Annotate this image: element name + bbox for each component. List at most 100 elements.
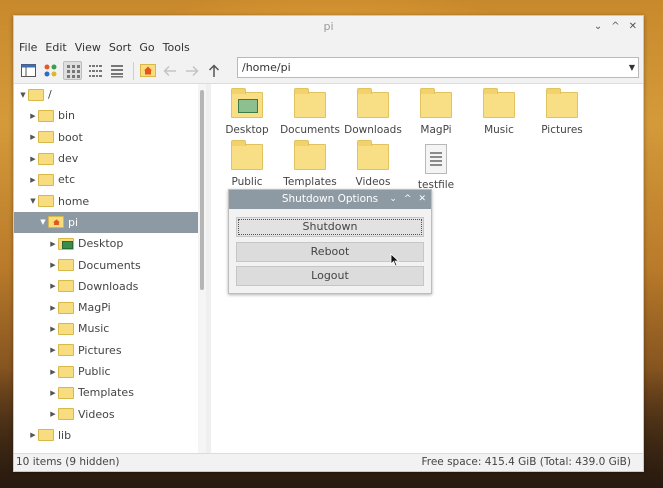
menu-sort[interactable]: Sort bbox=[109, 41, 132, 54]
tree-item[interactable]: ▼ / bbox=[14, 84, 205, 105]
close-icon[interactable]: ✕ bbox=[629, 16, 637, 37]
file-item[interactable]: Documents bbox=[278, 88, 342, 136]
forward-arrow-icon bbox=[185, 65, 199, 76]
file-item[interactable]: MagPi bbox=[404, 88, 468, 136]
thumbnail-view-button[interactable] bbox=[41, 61, 60, 80]
window-titlebar[interactable]: pi ⌄ ^ ✕ bbox=[14, 16, 643, 37]
window-title: pi bbox=[323, 20, 334, 33]
collapsed-arrow-icon[interactable]: ▶ bbox=[48, 304, 58, 312]
collapsed-arrow-icon[interactable]: ▶ bbox=[48, 410, 58, 418]
tree-item[interactable]: ▶ Music bbox=[14, 318, 205, 339]
collapsed-arrow-icon[interactable]: ▶ bbox=[48, 325, 58, 333]
collapsed-arrow-icon[interactable]: ▶ bbox=[48, 389, 58, 397]
tree-item-label: Pictures bbox=[78, 343, 122, 357]
file-item-label: Videos bbox=[355, 176, 391, 188]
tree-item[interactable]: ▼ home bbox=[14, 190, 205, 211]
menu-tools[interactable]: Tools bbox=[163, 41, 190, 54]
tree-item[interactable]: ▶ Desktop bbox=[14, 233, 205, 254]
collapsed-arrow-icon[interactable]: ▶ bbox=[28, 112, 38, 120]
tree-item[interactable]: ▶ Downloads bbox=[14, 276, 205, 297]
back-button[interactable] bbox=[160, 61, 179, 80]
expanded-arrow-icon[interactable]: ▼ bbox=[38, 218, 48, 226]
path-input[interactable]: /home/pi ▼ bbox=[237, 57, 639, 78]
collapsed-arrow-icon[interactable]: ▶ bbox=[48, 282, 58, 290]
collapsed-arrow-icon[interactable]: ▶ bbox=[48, 261, 58, 269]
file-item-label: Templates bbox=[283, 176, 337, 188]
file-item-label: Music bbox=[484, 124, 514, 136]
file-item-label: Public bbox=[231, 176, 263, 188]
collapsed-arrow-icon[interactable]: ▶ bbox=[48, 368, 58, 376]
file-item[interactable]: Desktop bbox=[215, 88, 279, 136]
file-item[interactable]: Templates bbox=[278, 140, 342, 188]
icon-view-icon bbox=[66, 64, 80, 78]
maximize-icon[interactable]: ^ bbox=[611, 16, 619, 37]
folder-icon bbox=[58, 301, 74, 314]
tree-item-label: Music bbox=[78, 322, 110, 336]
expanded-arrow-icon[interactable]: ▼ bbox=[18, 91, 28, 99]
tree-item[interactable]: ▶ boot bbox=[14, 127, 205, 148]
folder-icon bbox=[58, 408, 74, 421]
side-pane-toggle-button[interactable] bbox=[19, 61, 38, 80]
tree-item[interactable]: ▶ Public bbox=[14, 361, 205, 382]
collapsed-arrow-icon[interactable]: ▶ bbox=[28, 133, 38, 141]
minimize-icon[interactable]: ⌄ bbox=[594, 16, 602, 37]
collapsed-arrow-icon[interactable]: ▶ bbox=[48, 240, 58, 248]
tree-item[interactable]: ▼ pi bbox=[14, 211, 205, 234]
tree-item[interactable]: ▶ bin bbox=[14, 105, 205, 126]
tree-item[interactable]: ▶ dev bbox=[14, 148, 205, 169]
folder-icon bbox=[38, 152, 54, 165]
tree-item-label: / bbox=[48, 88, 52, 102]
collapsed-arrow-icon[interactable]: ▶ bbox=[28, 176, 38, 184]
path-dropdown-icon[interactable]: ▼ bbox=[629, 58, 635, 77]
folder-icon bbox=[483, 88, 515, 118]
home-button[interactable] bbox=[138, 61, 157, 80]
tree-item-label: boot bbox=[58, 130, 83, 144]
file-item[interactable]: Public bbox=[215, 140, 279, 188]
tree-item-label: pi bbox=[68, 215, 79, 229]
expanded-arrow-icon[interactable]: ▼ bbox=[28, 197, 38, 205]
file-item[interactable]: Music bbox=[467, 88, 531, 136]
dialog-minimize-icon[interactable]: ⌄ bbox=[389, 190, 397, 209]
tree-item[interactable]: ▶ MagPi bbox=[14, 297, 205, 318]
side-pane-icon bbox=[21, 64, 36, 77]
tree-item-label: etc bbox=[58, 173, 76, 187]
menu-go[interactable]: Go bbox=[139, 41, 154, 54]
forward-button[interactable] bbox=[182, 61, 201, 80]
tree-item-label: Templates bbox=[78, 386, 134, 400]
tree-scrollbar[interactable] bbox=[198, 84, 206, 454]
thumbnail-view-icon bbox=[44, 64, 57, 77]
file-item[interactable]: Pictures bbox=[530, 88, 594, 136]
tree-item[interactable]: ▶ Pictures bbox=[14, 340, 205, 361]
dialog-close-icon[interactable]: ✕ bbox=[418, 190, 426, 209]
file-item[interactable]: testfile bbox=[404, 144, 468, 191]
menu-view[interactable]: View bbox=[75, 41, 101, 54]
collapsed-arrow-icon[interactable]: ▶ bbox=[28, 155, 38, 163]
file-item-label: Downloads bbox=[344, 124, 402, 136]
menu-edit[interactable]: Edit bbox=[45, 41, 66, 54]
tree-item[interactable]: ▶ Templates bbox=[14, 382, 205, 403]
tree-item[interactable]: ▶ lib bbox=[14, 425, 205, 446]
menu-file[interactable]: File bbox=[19, 41, 37, 54]
collapsed-arrow-icon[interactable]: ▶ bbox=[48, 346, 58, 354]
tree-item[interactable]: ▶ Videos bbox=[14, 403, 205, 424]
folder-icon bbox=[58, 280, 74, 293]
file-item[interactable]: Videos bbox=[341, 140, 405, 188]
tree-item-label: MagPi bbox=[78, 301, 111, 315]
dialog-titlebar[interactable]: Shutdown Options ⌄ ^ ✕ bbox=[229, 190, 431, 209]
file-item[interactable]: Downloads bbox=[341, 88, 405, 136]
dialog-controls: ⌄ ^ ✕ bbox=[389, 190, 426, 209]
collapsed-arrow-icon[interactable]: ▶ bbox=[28, 431, 38, 439]
shutdown-button[interactable]: Shutdown bbox=[236, 217, 424, 237]
tree-item[interactable]: ▶ etc bbox=[14, 169, 205, 190]
folder-icon bbox=[357, 88, 389, 118]
list-view-button[interactable] bbox=[107, 61, 126, 80]
compact-view-button[interactable] bbox=[85, 61, 104, 80]
tree-scrollbar-thumb[interactable] bbox=[200, 90, 204, 290]
up-button[interactable] bbox=[204, 61, 223, 80]
status-free-space: Free space: 415.4 GiB (Total: 439.0 GiB) bbox=[421, 456, 631, 468]
icon-view-button[interactable] bbox=[63, 61, 82, 80]
logout-button[interactable]: Logout bbox=[236, 266, 424, 286]
folder-icon bbox=[38, 195, 54, 208]
dialog-maximize-icon[interactable]: ^ bbox=[404, 190, 412, 209]
tree-item[interactable]: ▶ Documents bbox=[14, 254, 205, 275]
